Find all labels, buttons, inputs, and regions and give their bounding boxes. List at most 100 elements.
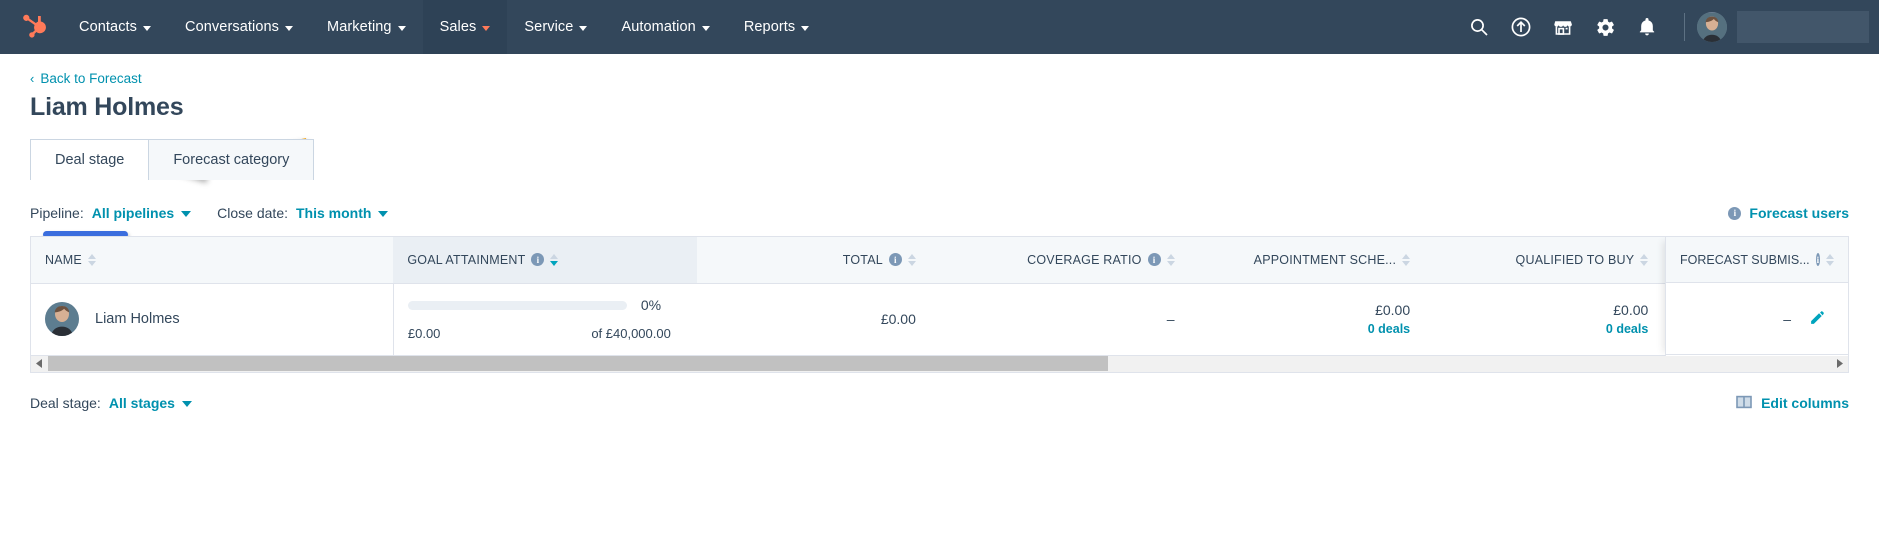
column-label: GOAL ATTAINMENT bbox=[407, 252, 526, 267]
row-avatar bbox=[45, 302, 79, 336]
column-label: QUALIFIED TO BUY bbox=[1515, 252, 1635, 267]
scrollbar-track[interactable] bbox=[48, 356, 1831, 371]
sort-icon[interactable] bbox=[550, 253, 559, 266]
nav-label: Reports bbox=[743, 19, 796, 35]
column-header-appointment-scheduled[interactable]: APPOINTMENT SCHE... bbox=[1188, 237, 1425, 284]
column-label: TOTAL bbox=[842, 252, 883, 267]
page-title: Liam Holmes bbox=[30, 93, 184, 121]
sort-icon[interactable] bbox=[1402, 253, 1411, 266]
pencil-icon[interactable] bbox=[1809, 309, 1826, 329]
chevron-down-icon bbox=[143, 25, 152, 31]
column-header-goal-attainment[interactable]: GOAL ATTAINMENT i bbox=[393, 237, 697, 284]
forecast-users-link[interactable]: i Forecast users bbox=[1728, 205, 1849, 221]
column-label: APPOINTMENT SCHE... bbox=[1253, 252, 1397, 267]
edit-columns-label: Edit columns bbox=[1761, 395, 1849, 411]
column-label: FORECAST SUBMIS... bbox=[1680, 252, 1810, 267]
nav-item-contacts[interactable]: Contacts bbox=[62, 0, 168, 54]
pipeline-label: Pipeline: bbox=[30, 205, 84, 221]
close-date-label: Close date: bbox=[217, 205, 288, 221]
forecast-table: NAME GOAL ATTAINMENT i TOTAL i COVERAGE … bbox=[30, 236, 1849, 356]
table-header-row: NAME GOAL ATTAINMENT i TOTAL i COVERAGE … bbox=[31, 237, 1848, 284]
nav-item-sales[interactable]: Sales bbox=[422, 0, 508, 54]
close-date-value: This month bbox=[296, 205, 372, 221]
goal-progress-bar bbox=[407, 300, 627, 310]
scroll-right-arrow-icon[interactable] bbox=[1831, 356, 1848, 371]
edit-columns-button[interactable]: Edit columns bbox=[1736, 395, 1849, 412]
deal-stage-label: Deal stage: bbox=[30, 395, 101, 411]
nav-item-reports[interactable]: Reports bbox=[727, 0, 826, 54]
chevron-down-icon bbox=[482, 25, 491, 31]
deals-link[interactable]: 0 deals bbox=[1368, 322, 1410, 336]
pipeline-value: All pipelines bbox=[91, 205, 175, 221]
row-name-label: Liam Holmes bbox=[95, 311, 180, 327]
cell-appointment-scheduled: £0.00 0 deals bbox=[1188, 283, 1425, 356]
scroll-left-arrow-icon[interactable] bbox=[31, 356, 48, 371]
notifications-bell-icon[interactable] bbox=[1626, 0, 1668, 54]
columns-icon bbox=[1736, 395, 1752, 412]
deals-link[interactable]: 0 deals bbox=[1606, 322, 1648, 336]
search-icon[interactable] bbox=[1458, 0, 1500, 54]
info-icon: i bbox=[1728, 206, 1742, 220]
sort-icon[interactable] bbox=[1166, 253, 1175, 266]
tab-deal-stage[interactable]: Deal stage bbox=[30, 139, 150, 180]
chevron-down-icon bbox=[801, 25, 810, 31]
chevron-down-icon bbox=[181, 211, 192, 217]
goal-target-amount: of £40,000.00 bbox=[591, 326, 671, 341]
nav-divider bbox=[1684, 13, 1685, 41]
nav-item-conversations[interactable]: Conversations bbox=[168, 0, 310, 54]
sort-icon[interactable] bbox=[907, 253, 916, 266]
back-to-forecast-link[interactable]: ‹ Back to Forecast bbox=[30, 71, 142, 86]
nav-label: Marketing bbox=[327, 19, 392, 35]
nav-label: Automation bbox=[621, 19, 696, 35]
deal-stage-value: All stages bbox=[108, 395, 175, 411]
nav-item-service[interactable]: Service bbox=[507, 0, 604, 54]
account-name-redacted[interactable] bbox=[1737, 11, 1869, 43]
column-header-coverage-ratio[interactable]: COVERAGE RATIO i bbox=[929, 237, 1189, 284]
cell-goal-attainment: 0% £0.00 of £40,000.00 bbox=[392, 283, 697, 356]
forecast-users-label: Forecast users bbox=[1749, 205, 1849, 221]
cell-coverage-ratio: – bbox=[929, 283, 1189, 356]
column-header-name[interactable]: NAME bbox=[31, 237, 394, 284]
cell-forecast-submission: – bbox=[1666, 283, 1848, 355]
page-body: ‹ Back to Forecast Liam Holmes Deal stag… bbox=[0, 54, 1879, 412]
nav-label: Conversations bbox=[185, 19, 280, 35]
nav-utility-icons bbox=[1458, 0, 1879, 54]
sort-icon[interactable] bbox=[1826, 253, 1834, 266]
nav-item-marketing[interactable]: Marketing bbox=[310, 0, 423, 54]
chevron-down-icon bbox=[181, 401, 192, 407]
top-navbar: Contacts Conversations Marketing Sales S… bbox=[0, 0, 1879, 54]
nav-label: Service bbox=[524, 19, 574, 35]
sort-icon[interactable] bbox=[87, 253, 96, 266]
main-nav-items: Contacts Conversations Marketing Sales S… bbox=[62, 0, 826, 54]
filter-bar: Pipeline: All pipelines Close date: This… bbox=[30, 202, 1849, 224]
chevron-down-icon bbox=[579, 25, 588, 31]
goal-percent: 0% bbox=[640, 297, 662, 313]
cell-qualified-to-buy: £0.00 0 deals bbox=[1424, 283, 1663, 356]
marketplace-icon[interactable] bbox=[1542, 0, 1584, 54]
column-header-total[interactable]: TOTAL i bbox=[696, 237, 930, 284]
horizontal-scrollbar[interactable] bbox=[30, 355, 1849, 373]
cell-name: Liam Holmes bbox=[31, 283, 394, 356]
sort-icon[interactable] bbox=[1640, 253, 1649, 266]
scrollbar-thumb[interactable] bbox=[48, 356, 1108, 371]
tab-forecast-category[interactable]: Forecast category bbox=[148, 139, 315, 180]
upgrade-icon[interactable] bbox=[1500, 0, 1542, 54]
column-header-forecast-submission[interactable]: FORECAST SUBMIS... i bbox=[1666, 237, 1848, 283]
info-icon: i bbox=[888, 253, 902, 267]
nav-item-automation[interactable]: Automation bbox=[604, 0, 726, 54]
info-icon: i bbox=[1147, 253, 1161, 267]
settings-gear-icon[interactable] bbox=[1584, 0, 1626, 54]
amount: £0.00 bbox=[1375, 302, 1411, 318]
pipeline-dropdown[interactable]: All pipelines bbox=[91, 205, 192, 221]
chevron-down-icon bbox=[378, 211, 389, 217]
table-row[interactable]: Liam Holmes 0% £0.00 of £40,000.00 £0.00… bbox=[31, 283, 1848, 356]
tab-label: Deal stage bbox=[55, 152, 125, 168]
chevron-down-icon bbox=[397, 25, 406, 31]
column-label: COVERAGE RATIO bbox=[1027, 252, 1142, 267]
avatar[interactable] bbox=[1697, 12, 1727, 42]
column-header-qualified-to-buy[interactable]: QUALIFIED TO BUY bbox=[1424, 237, 1663, 284]
close-date-dropdown[interactable]: This month bbox=[296, 205, 389, 221]
deal-stage-dropdown[interactable]: All stages bbox=[109, 395, 192, 411]
hubspot-logo[interactable] bbox=[0, 0, 62, 54]
forecast-submission-value: – bbox=[1783, 310, 1791, 327]
